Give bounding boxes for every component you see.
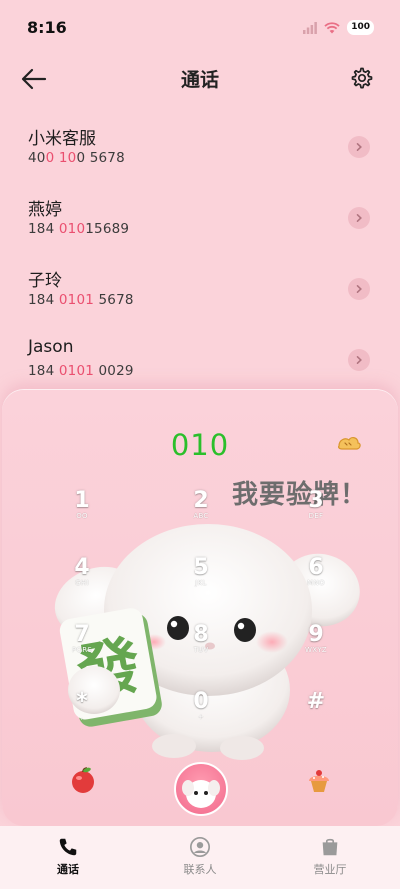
contact-detail-arrow-icon[interactable]: [348, 207, 370, 229]
status-icons: 100: [303, 20, 374, 35]
cupcake-icon[interactable]: [304, 765, 334, 795]
contact-name: 燕婷: [28, 200, 62, 220]
status-bar: 8:16 100: [0, 0, 400, 56]
keypad-key-7[interactable]: 7 PQRS: [52, 622, 112, 654]
contact-name: 小米客服: [28, 129, 96, 149]
battery-indicator: 100: [347, 20, 374, 35]
keypad-key-0[interactable]: 0 +: [171, 689, 231, 721]
contact-number: 184 0101 0029: [28, 363, 134, 379]
keypad-key-4[interactable]: 4 GHI: [52, 555, 112, 587]
contact-name: 子玲: [28, 271, 62, 291]
bottom-nav: 通话 联系人 营业厅: [0, 826, 400, 889]
contact-number: 184 01015689: [28, 221, 130, 237]
contact-row[interactable]: 小米客服 400 100 5678: [0, 112, 400, 183]
keypad-key-2[interactable]: 2 ABC: [171, 488, 231, 520]
contact-number: 400 100 5678: [28, 150, 125, 166]
nav-tab-service-hall[interactable]: 营业厅: [290, 836, 370, 877]
contact-number: 184 0101 5678: [28, 292, 134, 308]
wifi-icon: [324, 21, 340, 33]
keypad-key-6[interactable]: 6 MNO: [286, 555, 346, 587]
nav-tab-contacts[interactable]: 联系人: [160, 836, 240, 877]
keypad-key-5[interactable]: 5 JKL: [171, 555, 231, 587]
keypad-key-star[interactable]: *,: [52, 689, 112, 721]
keypad-key-hash[interactable]: #: [286, 689, 346, 714]
nav-tab-calls[interactable]: 通话: [28, 836, 108, 877]
contact-detail-arrow-icon[interactable]: [348, 136, 370, 158]
contact-row[interactable]: 燕婷 184 01015689: [0, 183, 400, 254]
settings-gear-icon[interactable]: [350, 66, 374, 90]
keypad-key-8[interactable]: 8 TUV: [171, 622, 231, 654]
keypad-key-3[interactable]: 3 DEF: [286, 488, 346, 520]
keypad-key-9[interactable]: 9 WXYZ: [286, 622, 346, 654]
contact-row[interactable]: Jason 184 0101 0029: [0, 325, 400, 396]
phone-icon: [59, 838, 77, 856]
header: 通话: [0, 56, 400, 102]
status-time: 8:16: [27, 18, 67, 37]
apple-icon[interactable]: [68, 765, 98, 795]
contact-list: 小米客服 400 100 5678 燕婷 184 01015689 子玲 184…: [0, 112, 400, 396]
page-title: 通话: [180, 69, 219, 91]
keypad-key-1[interactable]: 1 OO: [52, 488, 112, 520]
contacts-person-icon: [190, 837, 210, 857]
shopping-bag-icon: [322, 838, 338, 856]
signal-icon: [303, 21, 318, 34]
puppy-avatar-icon: [182, 780, 220, 808]
call-button[interactable]: [174, 762, 228, 816]
backspace-icon[interactable]: [336, 434, 362, 454]
contact-detail-arrow-icon[interactable]: [348, 349, 370, 371]
dialer-panel: 發 010 我要验牌！ 1 OO 2 ABC 3 DEF 4 GHI 5 JKL 6 MNO…: [2, 390, 398, 826]
contact-detail-arrow-icon[interactable]: [348, 278, 370, 300]
contact-name: Jason: [28, 337, 74, 357]
contact-row[interactable]: 子玲 184 0101 5678: [0, 254, 400, 325]
